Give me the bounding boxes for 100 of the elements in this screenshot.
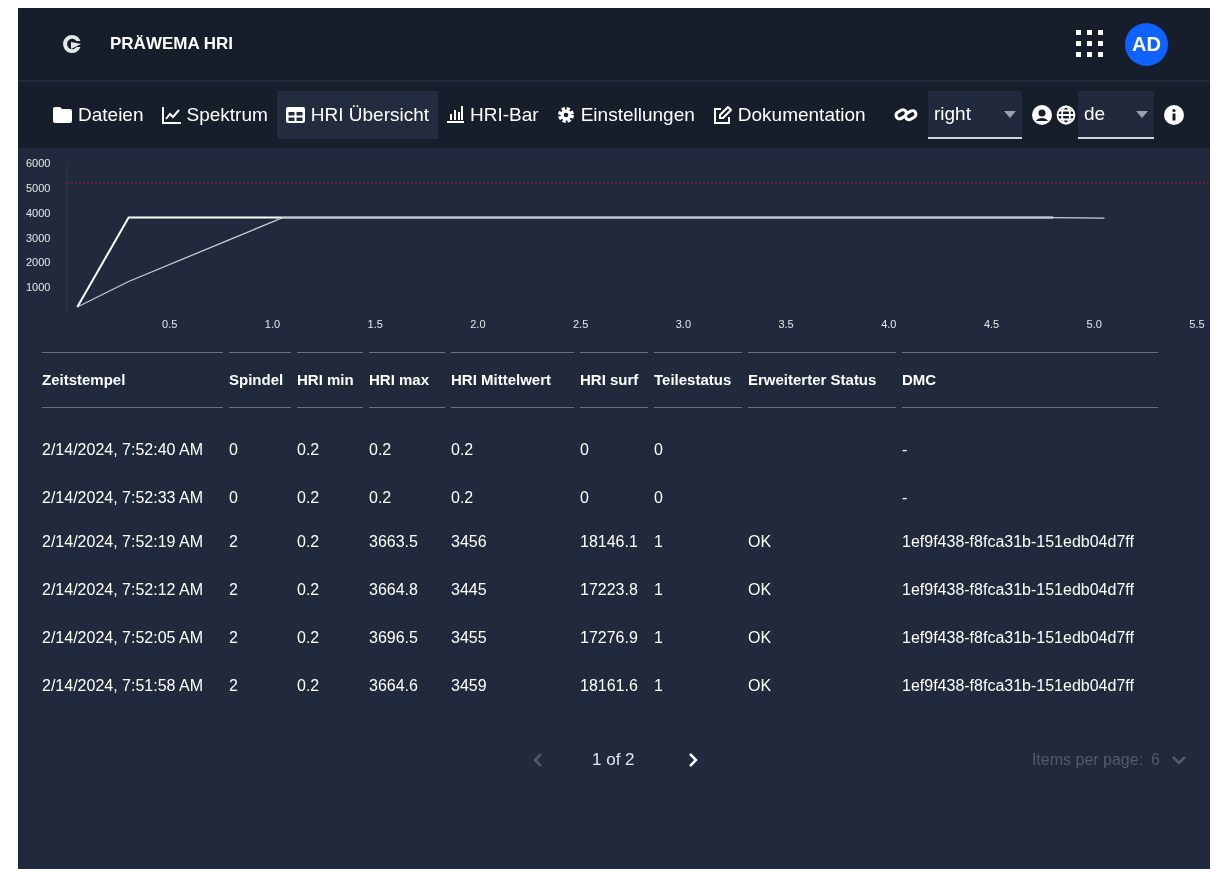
- nav-tab[interactable]: HRI-Bar: [438, 91, 548, 139]
- page-indicator: 1 of 2: [592, 749, 635, 772]
- table-cell: 18161.6: [580, 677, 638, 694]
- table-cell: 1: [654, 677, 663, 694]
- table-cell: 1ef9f438-f8fca31b-151edb04d7ff: [902, 629, 1134, 646]
- table-cell: OK: [748, 677, 772, 694]
- x-tick-label: 4.5: [983, 318, 1000, 330]
- column-header: Teilestatus: [654, 352, 742, 408]
- x-tick-label: 0.5: [162, 318, 178, 330]
- column-header: HRI surf: [580, 352, 648, 408]
- table-cell: 0: [580, 489, 589, 506]
- side-select[interactable]: right: [928, 91, 1022, 139]
- nav-tab[interactable]: Dokumentation: [703, 91, 875, 139]
- nav-tab[interactable]: Spektrum: [152, 91, 277, 139]
- y-tick-label: 1000: [26, 281, 51, 294]
- x-tick-label: 2.0: [470, 318, 486, 330]
- table-cell: 17223.8: [580, 581, 638, 598]
- table-cell: 1: [654, 533, 663, 550]
- column-header: Zeitstempel: [42, 352, 223, 408]
- table-cell: 3445: [451, 581, 487, 598]
- caret-icon: [1004, 110, 1016, 118]
- y-tick-label: 2000: [26, 256, 51, 269]
- table-cell: OK: [748, 581, 772, 598]
- table-cell: 1ef9f438-f8fca31b-151edb04d7ff: [902, 677, 1134, 694]
- table-cell: 0.2: [369, 489, 392, 506]
- table-cell: 0.2: [297, 489, 320, 506]
- table-cell: 0: [654, 489, 663, 506]
- x-tick-label: 1.5: [367, 318, 383, 330]
- table-cell: 2: [229, 629, 238, 646]
- table-cell: 3456: [451, 533, 487, 550]
- column-header: Erweiterter Status: [748, 352, 896, 408]
- table-cell: 18146.1: [580, 533, 638, 550]
- caret-icon: [1136, 110, 1148, 118]
- table-cell: 1: [654, 629, 663, 646]
- table-cell: 3664.8: [369, 581, 418, 598]
- bar-chart-icon: [447, 106, 465, 124]
- table-cell: 0: [229, 489, 238, 506]
- column-header: HRI Mittelwert: [451, 352, 574, 408]
- table-cell: 3696.5: [369, 629, 418, 646]
- x-tick-label: 1.0: [264, 318, 281, 330]
- line-chart-icon: [161, 106, 181, 124]
- edit-icon: [712, 105, 732, 125]
- table-cell: 2/14/2024, 7:52:05 AM: [42, 629, 203, 646]
- column-header: HRI min: [297, 352, 363, 408]
- table-cell: 0.2: [451, 489, 474, 506]
- table-cell: 2/14/2024, 7:52:12 AM: [42, 581, 203, 598]
- table-cell: 0.2: [297, 441, 320, 458]
- nav-tab[interactable]: HRI Übersicht: [276, 91, 439, 139]
- user-icon[interactable]: [1032, 105, 1052, 125]
- table-cell: 0: [580, 441, 589, 458]
- table-cell: OK: [748, 629, 772, 646]
- x-tick-label: 5.5: [1189, 318, 1205, 330]
- settings-icon: [556, 106, 575, 124]
- table-cell: 0.2: [297, 677, 320, 694]
- table-cell: 2/14/2024, 7:52:33 AM: [42, 489, 203, 506]
- table-cell: 1: [654, 581, 663, 598]
- apps-grid-icon[interactable]: [1075, 29, 1105, 59]
- y-tick-label: 3000: [26, 231, 51, 244]
- table-cell: 0.2: [451, 441, 474, 458]
- table-cell: 17276.9: [580, 629, 638, 646]
- info-icon[interactable]: [1164, 105, 1184, 125]
- table-cell: 2/14/2024, 7:52:40 AM: [42, 441, 203, 458]
- x-tick-label: 3.0: [675, 318, 691, 330]
- globe-icon[interactable]: [1056, 105, 1076, 125]
- x-tick-label: 4.0: [881, 318, 897, 330]
- table-cell: 1ef9f438-f8fca31b-151edb04d7ff: [902, 581, 1134, 598]
- table-cell: 0: [654, 441, 663, 458]
- chevron-down-icon: [1172, 755, 1186, 765]
- column-header: HRI max: [369, 352, 445, 408]
- x-tick-label: 2.5: [573, 318, 589, 330]
- folder-icon: [53, 107, 72, 123]
- table-cell: 0: [229, 441, 238, 458]
- column-header: Spindel: [229, 352, 291, 408]
- table-cell: 0.2: [297, 533, 320, 550]
- table-cell: 3455: [451, 629, 487, 646]
- table-cell: 1ef9f438-f8fca31b-151edb04d7ff: [902, 533, 1134, 550]
- table-cell: 3459: [451, 677, 487, 694]
- nav-tab[interactable]: Dateien: [44, 91, 153, 139]
- user-avatar[interactable]: AD: [1125, 22, 1168, 66]
- y-tick-label: 4000: [26, 206, 51, 219]
- x-tick-label: 5.0: [1086, 318, 1102, 330]
- language-select[interactable]: de: [1078, 91, 1154, 139]
- table-cell: 2/14/2024, 7:52:19 AM: [42, 533, 203, 550]
- table-cell: OK: [748, 533, 772, 550]
- app-title: PRÄWEMA HRI: [110, 33, 234, 56]
- table-cell: -: [902, 441, 908, 458]
- table-cell: 0.2: [297, 581, 320, 598]
- table-cell: 2: [229, 677, 238, 694]
- nav-tab[interactable]: Einstellungen: [547, 91, 704, 139]
- table-cell: 2/14/2024, 7:51:58 AM: [42, 677, 203, 694]
- table-cell: 0.2: [369, 441, 392, 458]
- column-header: DMC: [902, 352, 1158, 408]
- table-cell: 3664.6: [369, 677, 418, 694]
- table-cell: 2: [229, 581, 238, 598]
- table-cell: 2: [229, 533, 238, 550]
- x-tick-label: 3.5: [778, 318, 794, 330]
- y-tick-label: 6000: [26, 157, 51, 169]
- table-cell: 3663.5: [369, 533, 418, 550]
- next-page-button[interactable]: [686, 752, 699, 768]
- link-icon[interactable]: [894, 106, 918, 124]
